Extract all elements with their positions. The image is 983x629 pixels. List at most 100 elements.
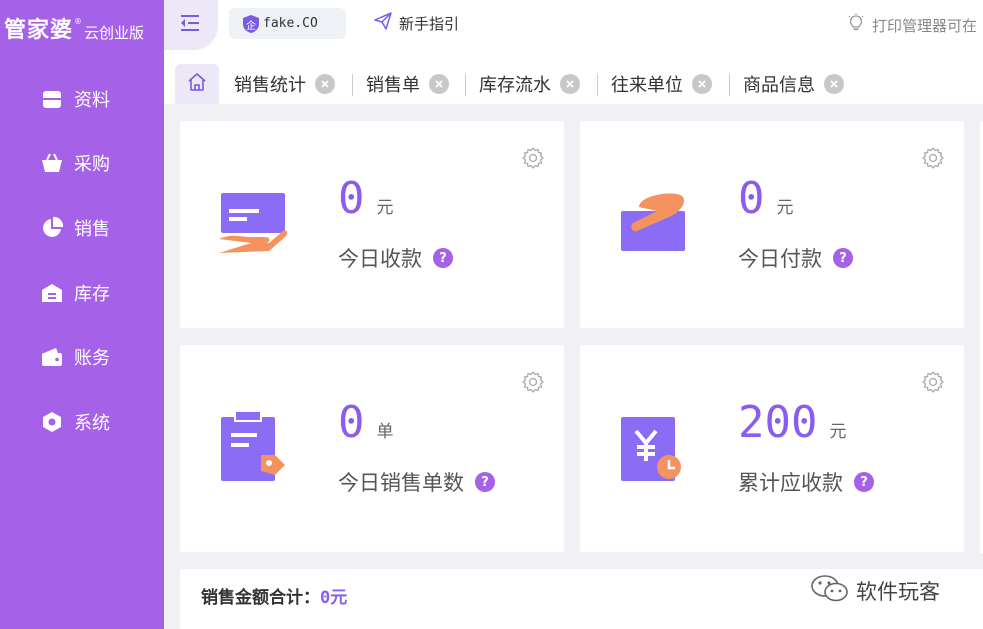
label-row: 今日收款 ? <box>338 243 453 273</box>
company-selector[interactable]: 企 fake.CO <box>229 8 346 39</box>
app-logo: 管家婆 ® 云创业版 <box>4 12 144 44</box>
wallet-icon <box>40 345 64 369</box>
tab-bar: 销售统计 销售单 库存流水 往来单位 商品信息 <box>164 52 983 104</box>
tab-divider <box>597 74 598 96</box>
gear-icon[interactable] <box>922 147 944 173</box>
label-row: 今日销售单数 ? <box>338 467 495 497</box>
summary-value: 0元 <box>320 588 348 608</box>
guide-label: 新手指引 <box>399 14 460 33</box>
lightbulb-icon <box>848 13 864 37</box>
tab-label: 销售单 <box>366 75 420 96</box>
hexagon-settings-icon <box>40 410 64 434</box>
value-row: 200 元 <box>738 397 846 448</box>
sidebar-item-label: 系统 <box>74 413 110 434</box>
card-value: 200 <box>738 397 818 448</box>
pie-chart-icon <box>40 216 64 240</box>
close-icon[interactable] <box>692 74 712 94</box>
sidebar-item-label: 采购 <box>74 154 110 175</box>
label-row: 今日付款 ? <box>738 243 853 273</box>
enterprise-shield-icon: 企 <box>242 14 260 34</box>
card-today-payments: 0 元 今日付款 ? <box>580 121 964 328</box>
tab-sales-statistics[interactable]: 销售统计 <box>234 70 335 98</box>
card-unit: 元 <box>776 198 794 218</box>
card-unit: 元 <box>376 198 394 218</box>
tab-label: 库存流水 <box>479 75 551 96</box>
help-icon[interactable]: ? <box>475 472 495 492</box>
gear-icon[interactable] <box>922 371 944 397</box>
tab-divider <box>352 74 353 96</box>
receive-money-illustration-icon <box>217 187 289 259</box>
sidebar-item-purchase[interactable]: 采购 <box>40 148 110 178</box>
close-icon[interactable] <box>429 74 449 94</box>
value-row: 0 单 <box>338 397 394 448</box>
print-manager-notice[interactable]: 打印管理器可在 <box>848 13 977 37</box>
gear-icon[interactable] <box>522 147 544 173</box>
tab-inventory-flow[interactable]: 库存流水 <box>479 70 580 98</box>
sidebar-item-inventory[interactable]: 库存 <box>40 278 110 308</box>
help-icon[interactable]: ? <box>833 248 853 268</box>
card-unit: 单 <box>376 422 394 442</box>
tab-sales-order[interactable]: 销售单 <box>366 70 449 98</box>
card-label: 累计应收款 <box>738 471 843 495</box>
sidebar: 管家婆 ® 云创业版 资料 采购 销售 库存 账务 系统 <box>0 0 164 629</box>
company-badge-text: 企 <box>246 20 256 32</box>
card-label: 今日销售单数 <box>338 471 464 495</box>
value-row: 0 元 <box>738 173 794 224</box>
logo-edition-text: 云创业版 <box>84 24 145 42</box>
sidebar-item-label: 账务 <box>74 348 110 369</box>
sidebar-item-finance[interactable]: 账务 <box>40 342 110 372</box>
card-accumulated-receivables: 200 元 累计应收款 ? <box>580 345 964 552</box>
summary-label: 销售金额合计： <box>201 588 320 608</box>
beginner-guide-link[interactable]: 新手指引 <box>374 12 459 34</box>
sidebar-item-system[interactable]: 系统 <box>40 407 110 437</box>
profile-folder-icon <box>40 87 64 111</box>
sidebar-item-label: 资料 <box>74 90 110 111</box>
card-label: 今日收款 <box>338 247 422 271</box>
tab-divider <box>729 74 730 96</box>
print-notice-text: 打印管理器可在 <box>872 16 978 35</box>
tab-label: 销售统计 <box>234 75 306 96</box>
value-row: 0 元 <box>338 173 394 224</box>
gear-icon[interactable] <box>522 371 544 397</box>
company-name: fake.CO <box>263 16 318 31</box>
clipboard-order-illustration-icon <box>217 410 289 483</box>
tab-home[interactable] <box>175 64 219 104</box>
collapse-menu-icon <box>181 15 201 35</box>
card-unit: 元 <box>829 422 847 442</box>
sidebar-item-profile[interactable]: 资料 <box>40 84 110 114</box>
sidebar-item-sales[interactable]: 销售 <box>40 213 110 243</box>
summary-line: 销售金额合计：0元 <box>201 583 347 608</box>
watermark-text: 软件玩客 <box>856 580 940 604</box>
yuan-receivable-illustration-icon <box>617 411 689 483</box>
tab-product-info[interactable]: 商品信息 <box>743 70 844 98</box>
card-today-receipts: 0 元 今日收款 ? <box>180 121 564 328</box>
card-value: 0 <box>738 173 765 224</box>
tab-business-partners[interactable]: 往来单位 <box>611 70 712 98</box>
wechat-icon <box>810 573 850 609</box>
close-icon[interactable] <box>315 74 335 94</box>
pay-money-illustration-icon <box>617 187 689 259</box>
card-today-sales-orders: 0 单 今日销售单数 ? <box>180 345 564 552</box>
tab-label: 商品信息 <box>743 75 815 96</box>
warehouse-icon <box>40 281 64 305</box>
sidebar-item-label: 库存 <box>74 284 110 305</box>
basket-icon <box>40 151 64 175</box>
paper-plane-icon <box>374 12 392 34</box>
wechat-watermark: 软件玩客 <box>810 573 940 609</box>
sidebar-item-label: 销售 <box>74 219 110 240</box>
label-row: 累计应收款 ? <box>738 467 874 497</box>
tab-label: 往来单位 <box>611 75 683 96</box>
top-bar: 企 fake.CO 新手指引 打印管理器可在 <box>164 0 983 52</box>
help-icon[interactable]: ? <box>433 248 453 268</box>
logo-registered-mark: ® <box>74 17 83 26</box>
help-icon[interactable]: ? <box>854 472 874 492</box>
close-icon[interactable] <box>560 74 580 94</box>
tab-divider <box>465 74 466 96</box>
card-value: 0 <box>338 397 365 448</box>
card-label: 今日付款 <box>738 247 822 271</box>
card-value: 0 <box>338 173 365 224</box>
close-icon[interactable] <box>824 74 844 94</box>
collapse-sidebar-button[interactable] <box>164 0 218 50</box>
home-icon <box>187 72 207 96</box>
logo-main-text: 管家婆 <box>4 17 74 43</box>
